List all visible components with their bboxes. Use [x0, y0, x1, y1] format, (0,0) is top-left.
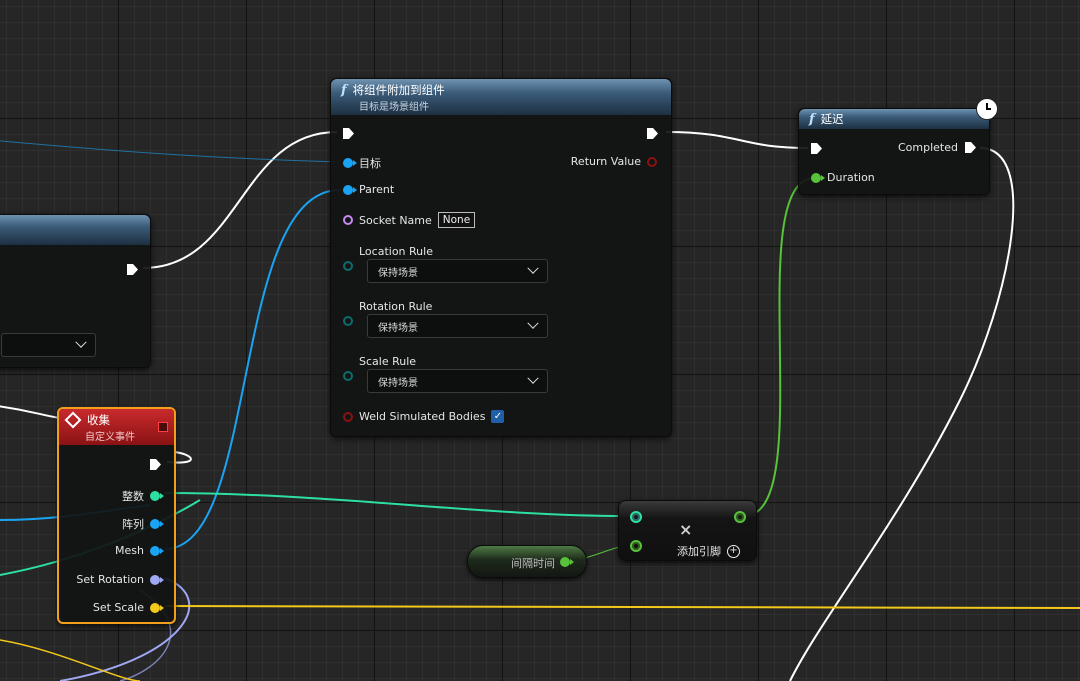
object-pin[interactable] [343, 158, 357, 168]
weld-checkbox[interactable]: ✓ [491, 410, 505, 423]
exec-wire [665, 131, 809, 149]
function-icon: f [341, 82, 347, 98]
chevron-down-icon [527, 372, 539, 384]
add-pin-button[interactable]: 添加引脚 + [677, 543, 740, 559]
vector-wire [0, 639, 141, 681]
enum-pin[interactable] [343, 316, 353, 326]
attach-node-subtitle: 目标是场景组件 [359, 102, 429, 113]
plus-circle-icon: + [727, 544, 740, 558]
return-value-label: Return Value [570, 155, 641, 168]
delay-node[interactable]: f 延迟 Completed Duration [798, 98, 998, 195]
output-label: 整数 [122, 490, 144, 503]
delay-node-header: f 延迟 [799, 109, 989, 129]
location-rule-dropdown[interactable]: 保持场景 [367, 259, 548, 283]
int-wire [164, 492, 629, 517]
event-icon [64, 411, 82, 429]
left-node-dropdown[interactable] [1, 333, 96, 357]
event-output-int[interactable]: 整数 [122, 488, 164, 504]
event-output-rotation[interactable]: Set Rotation [76, 573, 164, 586]
delay-node-title: 延迟 [820, 112, 844, 126]
multiply-icon: × [679, 520, 693, 539]
enum-pin[interactable] [343, 371, 353, 381]
variable-label: 间隔时间 [511, 557, 555, 570]
enum-pin[interactable] [343, 261, 353, 271]
vector-pin[interactable] [150, 602, 164, 613]
interval-variable-node[interactable]: 间隔时间 [467, 545, 587, 578]
object-pin[interactable] [150, 545, 164, 556]
object-wire [164, 189, 341, 550]
rotator-pin[interactable] [150, 574, 164, 585]
float-pin[interactable] [811, 172, 825, 183]
bool-pin[interactable] [647, 156, 657, 167]
event-output-array[interactable]: 阵列 [122, 516, 164, 532]
float-pin[interactable] [560, 557, 574, 567]
parent-pin-row[interactable]: Parent [343, 183, 394, 196]
int-pin[interactable] [150, 491, 164, 501]
socket-name-row[interactable]: Socket Name None [343, 212, 476, 228]
custom-event-node[interactable]: 收集 自定义事件 整数 阵列 Mesh Set Rotation Set Sca… [57, 407, 176, 624]
left-node-header [0, 215, 150, 245]
scale-rule-value: 保持场景 [378, 377, 418, 389]
output-label: Set Scale [92, 601, 144, 614]
rotation-rule-label: Rotation Rule [359, 299, 433, 313]
scale-rule-dropdown[interactable]: 保持场景 [367, 369, 548, 393]
exec-out-pin[interactable] [964, 141, 977, 154]
event-output-scale[interactable]: Set Scale [92, 601, 164, 614]
event-output-mesh[interactable]: Mesh [115, 544, 164, 557]
exec-in-pin[interactable] [342, 127, 355, 143]
attach-node-title: 将组件附加到组件 [352, 83, 445, 97]
chevron-down-icon [527, 262, 539, 274]
event-node-subtitle: 自定义事件 [85, 432, 135, 443]
float-pin[interactable] [630, 540, 642, 552]
exec-wire [142, 131, 338, 269]
event-node-title: 收集 [87, 413, 110, 427]
location-rule-label: Location Rule [359, 244, 433, 258]
bool-pin[interactable] [343, 411, 353, 422]
rotation-rule-dropdown[interactable]: 保持场景 [367, 314, 548, 338]
target-pin-row[interactable]: 目标 [343, 155, 381, 171]
float-wire [743, 177, 816, 517]
parent-label: Parent [359, 183, 395, 196]
object-pin[interactable] [150, 519, 164, 529]
object-pin[interactable] [343, 184, 357, 195]
exec-wire [0, 405, 61, 419]
int-pin[interactable] [630, 511, 642, 523]
weld-row[interactable]: Weld Simulated Bodies ✓ [343, 410, 505, 423]
exec-in-pin[interactable] [810, 142, 823, 158]
chevron-down-icon [527, 317, 539, 329]
exec-out-pin[interactable] [149, 458, 162, 474]
rotation-rule-value: 保持场景 [378, 322, 418, 334]
attach-component-node[interactable]: f 将组件附加到组件 目标是场景组件 目标 Return Value Parent… [330, 78, 672, 437]
object-wire [0, 140, 341, 163]
duration-label: Duration [827, 171, 875, 184]
weld-label: Weld Simulated Bodies [359, 410, 486, 423]
completed-row[interactable]: Completed [898, 141, 977, 154]
name-pin[interactable] [343, 215, 353, 225]
duration-row[interactable]: Duration [811, 171, 875, 184]
output-label: Mesh [115, 544, 144, 557]
exec-wire [789, 147, 1015, 681]
completed-label: Completed [898, 141, 958, 154]
socket-name-label: Socket Name [359, 213, 432, 227]
attach-node-header: f 将组件附加到组件 目标是场景组件 [331, 79, 671, 115]
exec-out-pin[interactable] [126, 263, 139, 279]
add-pin-label: 添加引脚 [677, 545, 721, 558]
left-partial-node[interactable] [0, 214, 151, 368]
scale-rule-label: Scale Rule [359, 354, 417, 368]
location-rule-value: 保持场景 [378, 267, 418, 279]
vector-wire [164, 605, 1080, 609]
float-pin[interactable] [734, 511, 746, 523]
clock-icon [976, 98, 998, 120]
return-value-row[interactable]: Return Value [571, 155, 657, 168]
delegate-pin[interactable] [158, 422, 168, 432]
chevron-down-icon [75, 336, 87, 348]
output-label: 阵列 [122, 518, 144, 531]
output-label: Set Rotation [76, 573, 144, 586]
socket-name-input[interactable]: None [437, 212, 476, 228]
function-icon: f [809, 111, 815, 127]
add-node[interactable]: × 添加引脚 + [618, 500, 757, 561]
exec-out-pin[interactable] [646, 127, 659, 143]
target-label: 目标 [359, 157, 381, 170]
event-node-header: 收集 自定义事件 [59, 409, 174, 445]
